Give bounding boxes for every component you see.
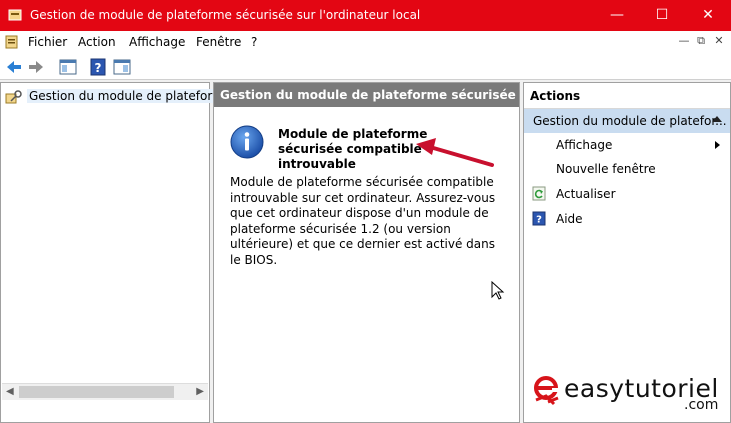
help-icon: ? (532, 211, 546, 226)
action-nouvelle-fenetre[interactable]: Nouvelle fenêtre (524, 159, 730, 179)
menu-action[interactable]: Action (78, 35, 116, 49)
actions-header: Actions (524, 83, 730, 109)
mdi-close-button[interactable]: ✕ (712, 34, 726, 48)
actions-section-tpm[interactable]: Gestion du module de platefor... (524, 109, 730, 133)
results-pane-header: Gestion du module de plateforme sécurisé… (214, 83, 519, 107)
collapse-caret-icon[interactable] (712, 116, 722, 122)
menu-fichier[interactable]: Fichier (28, 35, 67, 49)
action-label: Affichage (556, 138, 613, 152)
menu-fenetre[interactable]: Fenêtre (196, 35, 241, 49)
action-label: Nouvelle fenêtre (556, 162, 656, 176)
action-affichage[interactable]: Affichage (524, 135, 730, 155)
refresh-icon (532, 186, 546, 201)
back-arrow-icon[interactable] (4, 57, 24, 77)
menu-affichage[interactable]: Affichage (129, 35, 185, 49)
mdi-minimize-button[interactable]: — (677, 34, 691, 48)
close-button[interactable]: ✕ (685, 0, 731, 31)
console-tree-pane: Gestion du module de plateforme ◀ ▶ (0, 82, 234, 423)
svg-text:?: ? (536, 215, 542, 226)
mouse-cursor-icon (491, 281, 505, 300)
info-icon (230, 125, 264, 159)
info-text: Module de plateforme sécurisée compatibl… (230, 175, 496, 267)
maximize-button[interactable]: ☐ (639, 0, 685, 31)
tpm-app-icon (8, 9, 22, 21)
watermark: easytutoriel .com (532, 372, 727, 418)
window-title: Gestion de module de plateforme sécurisé… (30, 8, 421, 22)
console-icon[interactable] (4, 34, 20, 50)
action-label: Actualiser (556, 187, 616, 201)
watermark-suffix: .com (684, 397, 719, 413)
minimize-button[interactable]: — (594, 0, 640, 31)
actions-section-label: Gestion du module de platefor... (533, 114, 727, 128)
scroll-thumb[interactable] (19, 386, 174, 398)
action-label: Aide (556, 212, 583, 226)
results-pane: Gestion du module de plateforme sécurisé… (213, 82, 520, 423)
tpm-key-icon (5, 90, 22, 104)
title-bar: Gestion de module de plateforme sécurisé… (0, 0, 731, 31)
scroll-right-arrow-icon[interactable]: ▶ (196, 386, 204, 397)
easytutoriel-logo-icon (534, 376, 560, 406)
tree-item-label: Gestion du module de plateforme (27, 89, 234, 103)
menu-help[interactable]: ? (251, 35, 257, 49)
help-icon[interactable]: ? (88, 57, 108, 77)
show-hide-action-pane-icon[interactable] (112, 57, 132, 77)
toolbar: ? (0, 53, 731, 80)
horizontal-scrollbar[interactable]: ◀ ▶ (2, 383, 208, 400)
scroll-left-arrow-icon[interactable]: ◀ (6, 386, 14, 397)
svg-text:?: ? (95, 61, 102, 75)
submenu-arrow-icon (715, 141, 720, 149)
mdi-restore-button[interactable]: ⧉ (694, 34, 708, 48)
action-aide[interactable]: ? Aide (524, 209, 730, 229)
show-hide-console-tree-icon[interactable] (58, 57, 78, 77)
menu-bar: Fichier Action Affichage Fenêtre ? — ⧉ ✕ (0, 31, 731, 53)
forward-arrow-icon[interactable] (26, 57, 46, 77)
action-actualiser[interactable]: Actualiser (524, 184, 730, 204)
annotation-arrow-icon (416, 138, 494, 167)
